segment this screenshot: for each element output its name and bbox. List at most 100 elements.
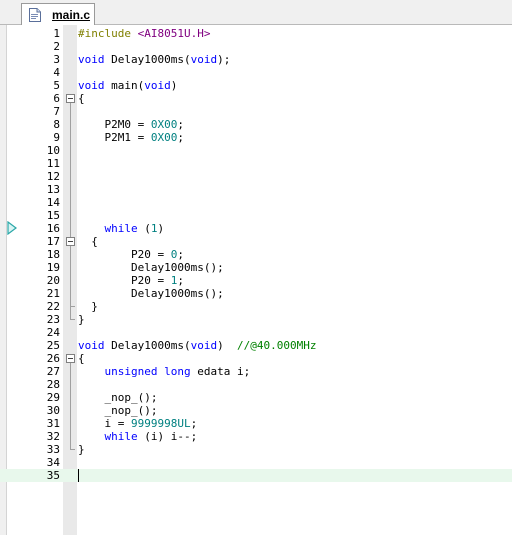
line-number: 9 [53, 131, 60, 144]
line-number: 29 [46, 391, 60, 404]
code-line-text[interactable]: void Delay1000ms(void); [78, 53, 230, 66]
code-line-row[interactable]: 9 P2M1 = 0X00; [0, 131, 512, 144]
line-number: 1 [53, 27, 60, 40]
line-number: 4 [53, 66, 60, 79]
code-line-row[interactable]: 23} [0, 313, 512, 326]
code-token: _nop_(); [78, 391, 158, 404]
code-line-text[interactable]: void main(void) [78, 79, 177, 92]
code-token: Delay1000ms( [111, 53, 191, 66]
code-line-row[interactable]: 19 Delay1000ms(); [0, 261, 512, 274]
code-editor[interactable]: 1 #include <AI8051U.H> 2 3 void Delay1000ms(… [0, 25, 512, 535]
code-token-num: 0X00 [150, 131, 178, 144]
code-line-row[interactable]: 5 void main(void) [0, 79, 512, 92]
code-line-text[interactable]: P2M0 = 0X00; [78, 118, 184, 131]
code-line-text[interactable]: while (1) [78, 222, 165, 235]
code-line-row[interactable]: 12 [0, 170, 512, 183]
code-line-text[interactable]: unsigned long edata i; [78, 365, 251, 378]
code-line-text[interactable]: } [78, 313, 85, 326]
fold-delay-guide [70, 363, 71, 449]
code-token: Delay1000ms( [111, 339, 191, 352]
code-line-text[interactable]: _nop_(); [78, 391, 157, 404]
code-line-row[interactable]: 17 { [0, 235, 512, 248]
code-line-text[interactable]: i = 9999998UL; [78, 417, 197, 430]
code-line-row[interactable]: 31 i = 9999998UL; [0, 417, 512, 430]
code-line-row[interactable]: 3 void Delay1000ms(void); [0, 53, 512, 66]
code-line-row[interactable]: 29 _nop_(); [0, 391, 512, 404]
code-line-text[interactable]: } [78, 300, 98, 313]
code-line-row[interactable]: 30 _nop_(); [0, 404, 512, 417]
code-token-num: 9999998UL [130, 417, 191, 430]
code-token: Delay1000ms(); [78, 261, 224, 274]
code-line-row[interactable]: 16 while (1) [0, 222, 512, 235]
code-token-num: 0X00 [150, 118, 178, 131]
code-line-row[interactable]: 24 [0, 326, 512, 339]
code-token: ) [217, 339, 237, 352]
tab-main-c[interactable]: main.c [21, 3, 95, 25]
code-token: } [78, 300, 98, 313]
code-line-row[interactable]: 6{ [0, 92, 512, 105]
code-line-row[interactable]: 4 [0, 66, 512, 79]
code-line-row[interactable]: 18 P20 = 0; [0, 248, 512, 261]
code-line-row[interactable]: 1 #include <AI8051U.H> [0, 27, 512, 40]
code-line-row[interactable]: 13 [0, 183, 512, 196]
line-number: 20 [46, 274, 60, 287]
fold-toggle-delay[interactable] [66, 354, 75, 363]
line-number: 13 [46, 183, 60, 196]
code-token: P2M1 = [78, 131, 151, 144]
code-line-row[interactable]: 25 void Delay1000ms(void) //@40.000MHz [0, 339, 512, 352]
line-number: 7 [53, 105, 60, 118]
code-line-row[interactable]: 35 [0, 469, 512, 482]
code-line-text[interactable]: Delay1000ms(); [78, 287, 224, 300]
code-line-row[interactable]: 28 [0, 378, 512, 391]
code-line-row[interactable]: 15 [0, 209, 512, 222]
code-line-text[interactable]: { [78, 92, 85, 105]
line-number: 26 [46, 352, 60, 365]
code-line-row[interactable]: 33} [0, 443, 512, 456]
code-line-row[interactable]: 21 Delay1000ms(); [0, 287, 512, 300]
line-number: 31 [46, 417, 60, 430]
code-token: ; [177, 274, 184, 287]
code-line-row[interactable]: 26 { [0, 352, 512, 365]
code-line-row[interactable]: 32 while (i) i--; [0, 430, 512, 443]
fold-toggle-while[interactable] [66, 237, 75, 246]
code-line-text[interactable]: { [78, 235, 98, 248]
line-number: 23 [46, 313, 60, 326]
code-line-row[interactable]: 8 P2M0 = 0X00; [0, 118, 512, 131]
code-line-row[interactable]: 14 [0, 196, 512, 209]
line-number: 10 [46, 144, 60, 157]
code-line-row[interactable]: 20 P20 = 1; [0, 274, 512, 287]
editor-tab-bar: main.c [0, 0, 512, 25]
code-line-row[interactable]: 34 [0, 456, 512, 469]
code-line-text[interactable]: P20 = 1; [78, 274, 184, 287]
code-line-row[interactable]: 7 [0, 105, 512, 118]
code-line-text[interactable]: } [78, 443, 85, 456]
line-number: 25 [46, 339, 60, 352]
code-token: { [78, 352, 85, 365]
line-number: 18 [46, 248, 60, 261]
code-line-row[interactable]: 2 [0, 40, 512, 53]
line-number: 19 [46, 261, 60, 274]
code-line-text[interactable]: #include <AI8051U.H> [78, 27, 210, 40]
code-token: edata i; [190, 365, 251, 378]
code-line-text[interactable]: void Delay1000ms(void) //@40.000MHz [78, 339, 316, 352]
code-token: ; [177, 118, 184, 131]
c-source-file-icon [29, 8, 41, 22]
code-token: P2M0 = [78, 118, 151, 131]
code-line-row[interactable]: 27 unsigned long edata i; [0, 365, 512, 378]
line-number: 3 [53, 53, 60, 66]
fold-toggle-main[interactable] [66, 94, 75, 103]
code-line-text[interactable]: P20 = 0; [78, 248, 184, 261]
code-token-hdr: <AI8051U.H> [137, 27, 211, 40]
code-line-row[interactable]: 11 [0, 157, 512, 170]
code-line-text[interactable]: _nop_(); [78, 404, 157, 417]
code-line-text[interactable]: P2M1 = 0X00; [78, 131, 184, 144]
code-token: } [78, 443, 85, 456]
code-line-row[interactable]: 22 } [0, 300, 512, 313]
code-line-text[interactable]: while (i) i--; [78, 430, 198, 443]
code-token-kw: void [78, 79, 112, 92]
line-number: 24 [46, 326, 60, 339]
code-line-text[interactable]: { [78, 352, 85, 365]
code-line-row[interactable]: 10 [0, 144, 512, 157]
code-token: } [78, 313, 85, 326]
code-line-text[interactable]: Delay1000ms(); [78, 261, 224, 274]
